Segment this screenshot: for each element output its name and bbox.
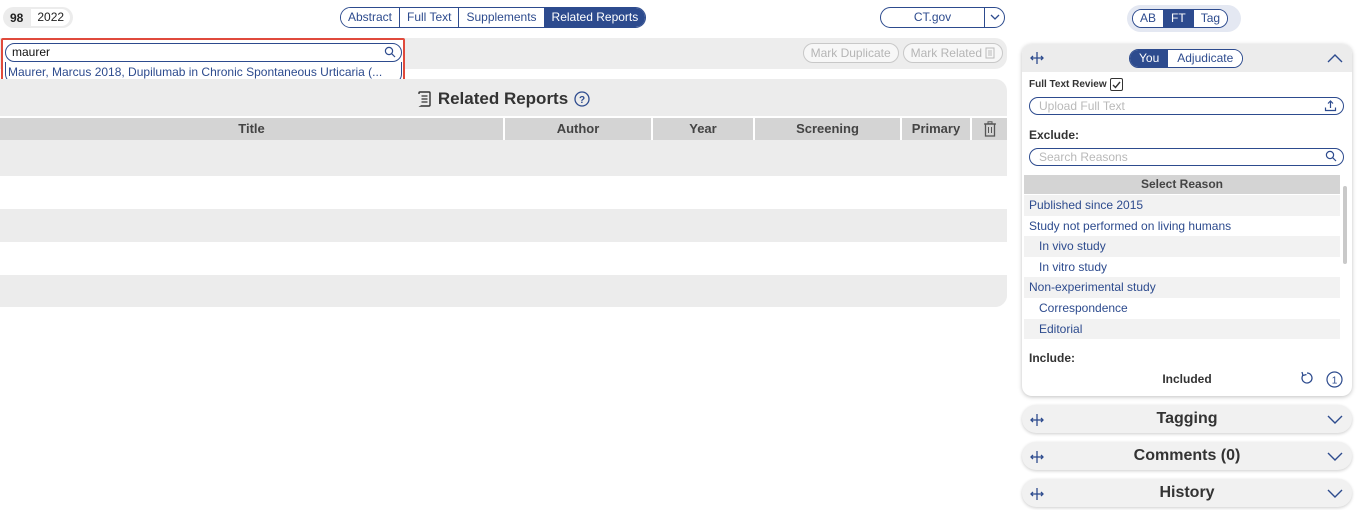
- reason-item[interactable]: Non-experimental study: [1024, 277, 1340, 298]
- full-text-review-checkbox[interactable]: [1109, 78, 1123, 91]
- ctgov-dropdown[interactable]: CT.gov: [880, 7, 1005, 28]
- col-title[interactable]: Title: [0, 118, 505, 140]
- table-row: [0, 176, 1007, 209]
- ctgov-label[interactable]: CT.gov: [881, 8, 984, 27]
- upload-icon[interactable]: [1324, 99, 1337, 112]
- history-accordion[interactable]: History: [1022, 479, 1352, 507]
- reason-item[interactable]: Correspondence: [1024, 298, 1340, 319]
- reason-list-scrollbar[interactable]: [1343, 186, 1347, 264]
- svg-text:?: ?: [579, 95, 585, 106]
- reason-list: Published since 2015 Study not performed…: [1024, 195, 1340, 340]
- upload-placeholder: Upload Full Text: [1039, 99, 1125, 113]
- toggle-you[interactable]: You: [1130, 50, 1169, 67]
- record-id-badge: 98 2022: [3, 7, 73, 28]
- mode-ft[interactable]: FT: [1164, 10, 1194, 27]
- reason-item[interactable]: Editorial: [1024, 318, 1340, 340]
- col-primary[interactable]: Primary: [902, 118, 972, 140]
- table-row: [0, 209, 1007, 242]
- help-icon[interactable]: ?: [574, 91, 590, 107]
- mode-ab[interactable]: AB: [1133, 10, 1165, 27]
- record-id: 98: [10, 10, 24, 25]
- undo-icon[interactable]: [1300, 371, 1314, 385]
- upload-full-text-input[interactable]: Upload Full Text: [1029, 97, 1344, 115]
- select-reason-header: Select Reason: [1024, 175, 1340, 194]
- reviewer-toggle: You Adjudicate: [1129, 49, 1244, 68]
- chevron-up-icon[interactable]: [1327, 53, 1343, 63]
- chevron-down-icon[interactable]: [1327, 415, 1343, 425]
- move-icon[interactable]: [1030, 51, 1044, 65]
- chevron-down-icon[interactable]: [1327, 489, 1343, 499]
- table-row: [0, 242, 1007, 275]
- full-text-review-row: Full Text Review: [1029, 78, 1123, 91]
- col-year[interactable]: Year: [653, 118, 755, 140]
- history-title: History: [1159, 484, 1215, 501]
- related-reports-title: Related Reports: [437, 89, 569, 108]
- mode-switch: AB FT Tag: [1127, 5, 1241, 32]
- search-icon[interactable]: [384, 46, 396, 58]
- col-screening[interactable]: Screening: [755, 118, 902, 140]
- checkmark-icon: [1112, 81, 1121, 89]
- tab-abstract[interactable]: Abstract: [341, 8, 401, 27]
- exclude-label: Exclude:: [1029, 128, 1080, 142]
- related-reports-header: Related Reports ?: [0, 89, 1007, 109]
- trash-icon[interactable]: [972, 118, 1007, 140]
- col-author[interactable]: Author: [505, 118, 653, 140]
- mark-related-label: Mark Related: [910, 46, 982, 60]
- svg-text:1: 1: [1332, 376, 1338, 387]
- document-icon: [985, 47, 995, 59]
- reason-item[interactable]: Published since 2015: [1024, 195, 1340, 216]
- reason-item[interactable]: Study not performed on living humans: [1024, 216, 1340, 237]
- mark-related-button[interactable]: Mark Related: [902, 43, 1003, 63]
- tab-related-reports[interactable]: Related Reports: [544, 8, 646, 27]
- document-icon: [417, 91, 431, 107]
- related-reports-rows: [0, 143, 1007, 307]
- chevron-down-icon[interactable]: [1327, 452, 1343, 462]
- related-reports-table-header: Title Author Year Screening Primary: [0, 116, 1007, 140]
- search-icon[interactable]: [1325, 150, 1337, 162]
- mode-tag[interactable]: Tag: [1193, 10, 1228, 27]
- tagging-accordion[interactable]: Tagging: [1022, 405, 1352, 433]
- reason-item[interactable]: In vitro study: [1024, 257, 1340, 278]
- record-year: 2022: [31, 9, 71, 26]
- tab-supplements[interactable]: Supplements: [459, 8, 545, 27]
- search-reasons-placeholder: Search Reasons: [1039, 150, 1128, 164]
- related-reports-panel: Related Reports ? Title Author Year Scre…: [0, 79, 1007, 307]
- mark-duplicate-button[interactable]: Mark Duplicate: [802, 43, 899, 63]
- tagging-title: Tagging: [1156, 410, 1218, 427]
- toggle-adjudicate[interactable]: Adjudicate: [1168, 50, 1243, 67]
- search-reasons-input[interactable]: Search Reasons: [1029, 148, 1344, 166]
- table-row: [0, 143, 1007, 176]
- search-input[interactable]: maurer: [5, 43, 402, 62]
- include-label: Include:: [1029, 351, 1076, 365]
- reason-item[interactable]: In vivo study: [1024, 236, 1340, 257]
- view-tabs: Abstract Full Text Supplements Related R…: [340, 7, 647, 28]
- search-input-value: maurer: [12, 45, 51, 59]
- count-one-icon[interactable]: 1: [1326, 371, 1343, 388]
- tab-full-text[interactable]: Full Text: [400, 8, 460, 27]
- table-row: [0, 275, 1007, 307]
- chevron-down-icon[interactable]: [984, 8, 1004, 27]
- review-panel: You Adjudicate Full Text Review Upload F…: [1022, 44, 1352, 396]
- comments-title: Comments (0): [1133, 447, 1241, 464]
- full-text-review-label: Full Text Review: [1029, 79, 1107, 90]
- comments-accordion[interactable]: Comments (0): [1022, 442, 1352, 470]
- review-panel-header: You Adjudicate: [1022, 44, 1352, 72]
